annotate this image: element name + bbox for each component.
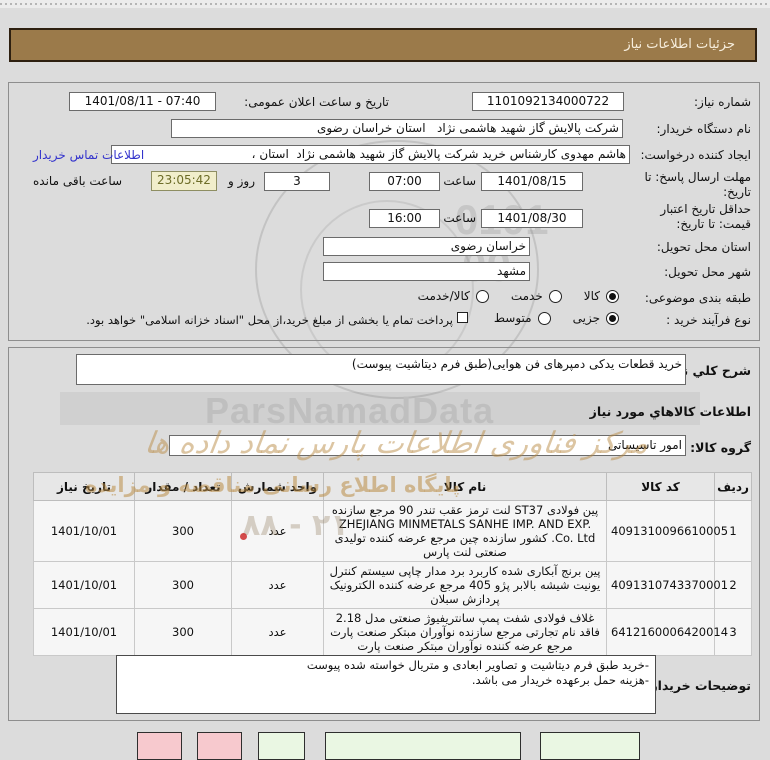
goods-table: ردیف کد کالا نام کالا واحد شمارش تعداد /… xyxy=(33,472,752,656)
days-and-label: روز و xyxy=(228,174,255,188)
reply-deadline-label-line2: تاریخ: xyxy=(723,185,751,199)
col-header-goods-name: نام کالا xyxy=(324,473,607,501)
goods-group-field[interactable]: امور تاسیساتی xyxy=(169,435,686,456)
price-validity-date-field[interactable]: 1401/08/30 xyxy=(481,209,583,228)
request-creator-field[interactable]: هاشم مهدوی کارشناس خرید شرکت پالایش گاز … xyxy=(111,145,630,164)
classification-option-service-label: خدمت xyxy=(511,289,543,303)
need-number-label: شماره نیاز: xyxy=(694,95,751,109)
cell-quantity: 300 xyxy=(135,609,232,656)
goods-table-header-row: ردیف کد کالا نام کالا واحد شمارش تعداد /… xyxy=(34,473,752,501)
cell-goods-name: غلاف فولادی شفت پمپ سانتریفیوژ صنعتی مدل… xyxy=(324,609,607,656)
classification-radio-goods-service[interactable] xyxy=(476,290,489,303)
col-header-unit: واحد شمارش xyxy=(232,473,324,501)
col-header-quantity: تعداد / مقدار xyxy=(135,473,232,501)
buyer-notes-label: توضیحات خریدار: xyxy=(645,678,751,693)
price-validity-hour-label: ساعت xyxy=(443,211,476,225)
classification-radio-goods[interactable] xyxy=(606,290,619,303)
buyer-org-field[interactable]: شرکت پالایش گاز شهید هاشمی نژاد استان خر… xyxy=(171,119,623,138)
action-button-3[interactable] xyxy=(258,732,305,760)
countdown-timer: 23:05:42 xyxy=(151,171,217,191)
cell-goods-code: 6412160006420014 xyxy=(607,609,715,656)
goods-section-header: اطلاعات کالاهاي مورد نیاز xyxy=(590,404,751,419)
cell-quantity: 300 xyxy=(135,501,232,562)
delivery-province-field[interactable]: خراسان رضوی xyxy=(323,237,530,256)
need-info-box: شماره نیاز: 1101092134000722 تاریخ و ساع… xyxy=(8,82,760,341)
process-type-label: نوع فرآیند خرید : xyxy=(666,313,751,327)
reply-deadline-date-field[interactable]: 1401/08/15 xyxy=(481,172,583,191)
cell-goods-name: پین فولادی ST37 لنت ترمز عقب تندر 90 مرج… xyxy=(324,501,607,562)
action-button-4[interactable] xyxy=(325,732,521,760)
action-button-2[interactable] xyxy=(197,732,242,760)
treasury-checkbox[interactable] xyxy=(457,312,468,323)
process-type-radio-medium[interactable] xyxy=(538,312,551,325)
need-number-field[interactable]: 1101092134000722 xyxy=(472,92,624,111)
classification-radio-service[interactable] xyxy=(549,290,562,303)
announce-datetime-label: تاریخ و ساعت اعلان عمومی: xyxy=(244,95,389,109)
cell-goods-code: 4091310096610005 xyxy=(607,501,715,562)
page-title: جزئیات اطلاعات نیاز xyxy=(9,28,757,62)
buyer-contact-link[interactable]: اطلاعات تماس خریدار xyxy=(33,148,144,162)
process-type-radio-minor[interactable] xyxy=(606,312,619,325)
table-row: 2 4091310743370001 پین برنج آبکاری شده ک… xyxy=(34,562,752,609)
remaining-days-field[interactable]: 3 xyxy=(264,172,330,191)
classification-option-goods-label: کالا xyxy=(584,289,600,303)
price-validity-label-line1: حداقل تاریخ اعتبار xyxy=(660,202,751,216)
hours-remaining-label: ساعت باقی مانده xyxy=(33,174,122,188)
buyer-org-label: نام دستگاه خریدار: xyxy=(657,122,752,136)
table-row: 1 4091310096610005 پین فولادی ST37 لنت ت… xyxy=(34,501,752,562)
col-header-row-number: ردیف xyxy=(715,473,752,501)
goods-info-box: شرح کلي نیاز: خرید قطعات یدکی دمپرهای فن… xyxy=(8,347,760,721)
cell-unit: عدد xyxy=(232,501,324,562)
col-header-need-date: تاریخ نیاز xyxy=(34,473,135,501)
buyer-notes-field[interactable]: -خرید طبق فرم دیتاشیت و تصاویر ابعادی و … xyxy=(116,655,656,714)
action-button-1[interactable] xyxy=(137,732,182,760)
delivery-city-label: شهر محل تحویل: xyxy=(664,265,751,279)
reply-deadline-time-field[interactable]: 07:00 xyxy=(369,172,440,191)
delivery-province-label: استان محل تحویل: xyxy=(657,240,751,254)
process-type-option-minor-label: جزیی xyxy=(573,311,600,325)
classification-label: طبقه بندی موضوعی: xyxy=(645,291,751,305)
price-validity-label-line2: قیمت: تا تاریخ: xyxy=(676,217,751,231)
cell-quantity: 300 xyxy=(135,562,232,609)
cell-need-date: 1401/10/01 xyxy=(34,501,135,562)
cell-need-date: 1401/10/01 xyxy=(34,562,135,609)
request-creator-label: ایجاد کننده درخواست: xyxy=(640,148,751,162)
delivery-city-field[interactable]: مشهد xyxy=(323,262,530,281)
col-header-goods-code: کد کالا xyxy=(607,473,715,501)
need-desc-field[interactable]: خرید قطعات یدکی دمپرهای فن هوایی(طبق فرم… xyxy=(76,354,686,385)
page-top-dotted-line xyxy=(0,3,770,5)
cell-unit: عدد xyxy=(232,562,324,609)
cell-goods-name: پین برنج آبکاری شده کاربرد برد مدار چاپی… xyxy=(324,562,607,609)
price-validity-time-field[interactable]: 16:00 xyxy=(369,209,440,228)
classification-option-goods-service-label: کالا/خدمت xyxy=(418,289,470,303)
action-button-5[interactable] xyxy=(540,732,640,760)
reply-deadline-label-line1: مهلت ارسال پاسخ: تا xyxy=(644,170,751,184)
cell-goods-code: 4091310743370001 xyxy=(607,562,715,609)
announce-datetime-field[interactable]: 1401/08/11 - 07:40 xyxy=(69,92,216,111)
treasury-checkbox-label: پرداخت تمام یا بخشی از مبلغ خرید،از محل … xyxy=(86,313,453,327)
table-row: 3 6412160006420014 غلاف فولادی شفت پمپ س… xyxy=(34,609,752,656)
process-type-option-medium-label: متوسط xyxy=(494,311,532,325)
goods-group-label: گروه کالا: xyxy=(690,440,751,455)
cell-unit: عدد xyxy=(232,609,324,656)
reply-deadline-hour-label: ساعت xyxy=(443,174,476,188)
cell-need-date: 1401/10/01 xyxy=(34,609,135,656)
